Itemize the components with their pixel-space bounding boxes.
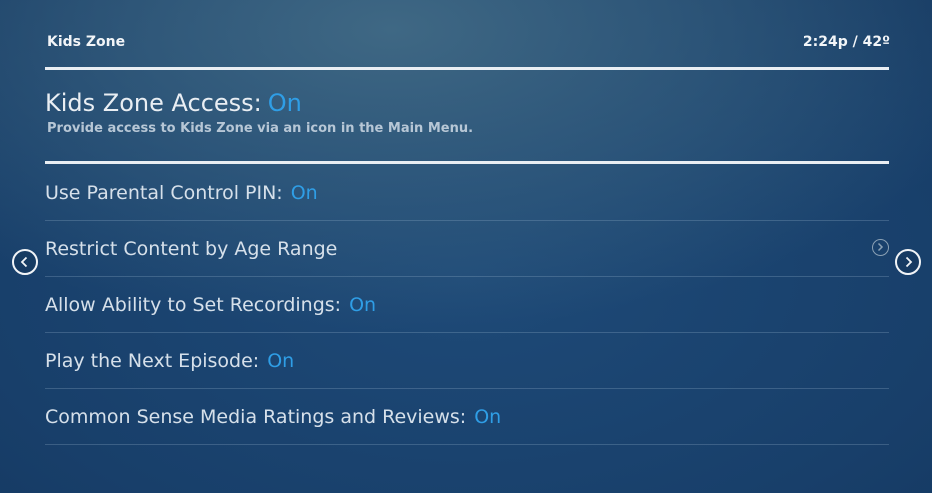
kids-zone-access-setting[interactable]: Kids Zone Access: On [45, 89, 302, 117]
chevron-right-circle-icon [872, 239, 889, 256]
setting-parental-control-pin[interactable]: Use Parental Control PIN: On [45, 165, 889, 221]
setting-label: Restrict Content by Age Range [45, 237, 338, 260]
time-weather: 2:24p / 42º [802, 34, 890, 50]
setting-value: On [349, 293, 377, 316]
setting-allow-set-recordings[interactable]: Allow Ability to Set Recordings: On [45, 277, 889, 333]
settings-list: Use Parental Control PIN: On Restrict Co… [45, 165, 889, 445]
setting-play-next-episode[interactable]: Play the Next Episode: On [45, 333, 889, 389]
kids-zone-access-value: On [267, 89, 302, 117]
setting-value: On [290, 181, 318, 204]
setting-label: Allow Ability to Set Recordings: [45, 293, 342, 316]
setting-label: Common Sense Media Ratings and Reviews: [45, 405, 467, 428]
chevron-left-circle-icon [20, 256, 28, 268]
setting-value: On [474, 405, 502, 428]
chevron-right-circle-icon [905, 256, 913, 268]
kids-zone-access-description: Provide access to Kids Zone via an icon … [47, 121, 474, 136]
next-page-button[interactable] [895, 249, 921, 275]
section-divider [45, 161, 889, 164]
setting-restrict-content-age-range[interactable]: Restrict Content by Age Range [45, 221, 889, 277]
setting-label: Play the Next Episode: [45, 349, 260, 372]
setting-common-sense-media-ratings[interactable]: Common Sense Media Ratings and Reviews: … [45, 389, 889, 445]
header-divider [45, 67, 889, 70]
setting-value: On [267, 349, 295, 372]
previous-page-button[interactable] [12, 249, 38, 275]
kids-zone-access-label: Kids Zone Access: [45, 89, 262, 117]
page-title: Kids Zone [47, 34, 126, 50]
setting-label: Use Parental Control PIN: [45, 181, 283, 204]
